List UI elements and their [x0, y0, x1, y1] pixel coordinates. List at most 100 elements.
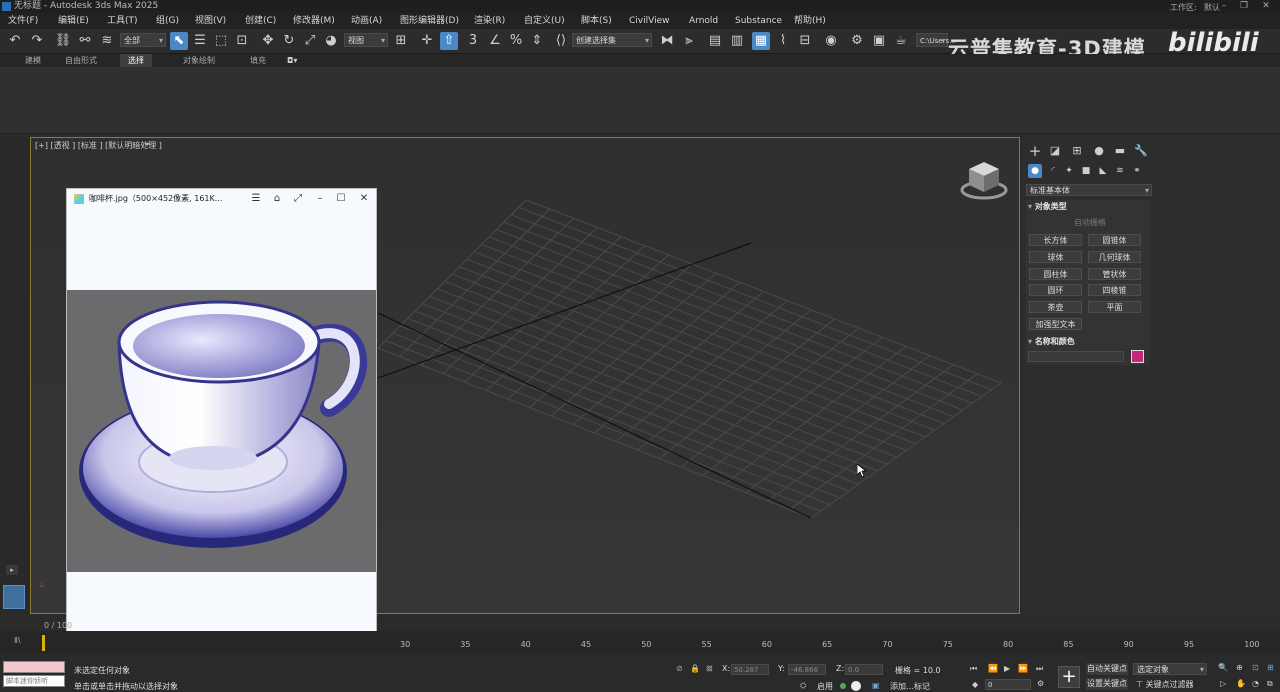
- toggle-ribbon-icon[interactable]: ▦: [752, 32, 770, 50]
- set-key-button[interactable]: 设置关键点: [1086, 678, 1128, 690]
- object-type-header[interactable]: ▾ 对象类型: [1028, 201, 1150, 213]
- box-button[interactable]: 长方体: [1029, 234, 1082, 246]
- menu-file[interactable]: 文件(F): [8, 13, 38, 29]
- key-filters-button[interactable]: ⊤ 关键点过滤器: [1136, 679, 1194, 690]
- next-frame-icon[interactable]: ⏩: [1018, 664, 1028, 673]
- helpers-icon[interactable]: ◣: [1096, 164, 1110, 178]
- keyboard-shortcut-override-icon[interactable]: ⇧: [440, 32, 458, 50]
- time-tag-icon[interactable]: [851, 681, 861, 691]
- menu-animation[interactable]: 动画(A): [351, 13, 382, 29]
- timeline-toggle-icon[interactable]: Ⅱ\: [14, 636, 21, 645]
- isolate-selection-icon[interactable]: ⊘: [676, 664, 683, 673]
- edit-named-selection-icon[interactable]: ⟨⟩: [552, 32, 570, 50]
- menu-modifiers[interactable]: 修改器(M): [293, 13, 335, 29]
- window-crossing-icon[interactable]: ⊡: [233, 32, 251, 50]
- set-key-icon[interactable]: +: [1058, 666, 1080, 688]
- cylinder-button[interactable]: 圆柱体: [1029, 268, 1082, 280]
- unlink-icon[interactable]: ⚯: [76, 32, 94, 50]
- time-tag-toggle-icon[interactable]: ▣: [872, 681, 880, 690]
- motion-tab-icon[interactable]: ●: [1091, 143, 1107, 159]
- select-manipulate-icon[interactable]: ✛: [418, 32, 436, 50]
- space-warps-icon[interactable]: ≋: [1113, 164, 1127, 178]
- plane-button[interactable]: 平面: [1088, 301, 1141, 313]
- material-editor-icon[interactable]: ◉: [822, 32, 840, 50]
- selection-lock-icon[interactable]: 🔒: [690, 664, 700, 673]
- pan-icon[interactable]: ✋: [1236, 679, 1246, 688]
- name-color-header[interactable]: ▾ 名称和颜色: [1028, 336, 1150, 348]
- menu-icon[interactable]: ☰: [249, 192, 263, 206]
- menu-rendering[interactable]: 渲染(R): [474, 13, 505, 29]
- hierarchy-tab-icon[interactable]: ⊞: [1069, 143, 1085, 159]
- redo-icon[interactable]: ↷: [28, 32, 46, 50]
- enable-label[interactable]: 启用: [817, 681, 833, 692]
- shapes-icon[interactable]: ◜: [1046, 164, 1060, 178]
- menu-civilview[interactable]: CivilView: [629, 13, 669, 29]
- ribbon-tab-object-paint[interactable]: 对象绘制: [183, 54, 215, 67]
- angle-snap-icon[interactable]: ∠: [486, 32, 504, 50]
- render-frame-window-icon[interactable]: ▣: [870, 32, 888, 50]
- expand-arrow-icon[interactable]: ▸: [6, 565, 18, 575]
- menu-customize[interactable]: 自定义(U): [524, 13, 565, 29]
- autogrid-checkbox[interactable]: 自动栅格: [1074, 217, 1106, 228]
- minimize-icon[interactable]: –: [1214, 0, 1234, 13]
- time-config-icon[interactable]: ⚙: [1037, 679, 1044, 688]
- rect-selection-icon[interactable]: ⬚: [212, 32, 230, 50]
- systems-icon[interactable]: ⚭: [1130, 164, 1144, 178]
- goto-start-icon[interactable]: ⏮: [970, 664, 977, 674]
- menu-create[interactable]: 创建(C): [245, 13, 276, 29]
- render-production-icon[interactable]: ☕: [892, 32, 910, 50]
- maxscript-listener-input[interactable]: [3, 661, 65, 673]
- snaps-toggle-icon[interactable]: 3: [464, 32, 482, 50]
- cone-button[interactable]: 圆锥体: [1088, 234, 1141, 246]
- maximize-icon[interactable]: ☐: [334, 192, 348, 206]
- geometry-category-dropdown[interactable]: 标准基本体: [1026, 184, 1152, 196]
- menu-graph-editors[interactable]: 图形编辑器(D): [400, 13, 459, 29]
- create-tab-icon[interactable]: +: [1027, 143, 1043, 159]
- absolute-mode-icon[interactable]: ⊠: [706, 664, 713, 673]
- timeline[interactable]: Ⅱ\ 0 / 100 30 35 40 45 50 55 60 65 70 75 80 85 90 95 1…: [0, 621, 1280, 654]
- zoom-extents-all-icon[interactable]: ⊞: [1267, 663, 1274, 672]
- render-setup-icon[interactable]: ⚙: [848, 32, 866, 50]
- select-by-name-icon[interactable]: ☰: [191, 32, 209, 50]
- cameras-icon[interactable]: ■: [1079, 164, 1093, 178]
- pyramid-button[interactable]: 四棱锥: [1088, 284, 1141, 296]
- menu-arnold[interactable]: Arnold: [689, 13, 718, 29]
- ribbon-tab-populate[interactable]: 填充: [250, 54, 266, 67]
- menu-edit[interactable]: 编辑(E): [58, 13, 89, 29]
- ribbon-tab-freeform[interactable]: 自由形式: [65, 54, 97, 67]
- x-coordinate-field[interactable]: 50.287: [731, 664, 769, 675]
- minimize-icon[interactable]: –: [313, 192, 327, 206]
- percent-snap-icon[interactable]: %: [507, 32, 525, 50]
- fullscreen-icon[interactable]: ⤢: [291, 192, 305, 206]
- image-viewer-window[interactable]: 咖啡杯.jpg（500×452像素, 161K... ☰ ⌂ ⤢ – ☐ ✕: [66, 188, 377, 653]
- viewcube-icon[interactable]: [959, 160, 1009, 200]
- close-icon[interactable]: ✕: [1256, 0, 1276, 13]
- geosphere-button[interactable]: 几何球体: [1088, 251, 1141, 263]
- goto-end-icon[interactable]: ⏭: [1036, 664, 1043, 674]
- geometry-icon[interactable]: ●: [1028, 164, 1042, 178]
- layer-explorer-icon[interactable]: ▥: [728, 32, 746, 50]
- menu-substance[interactable]: Substance: [735, 13, 782, 29]
- y-coordinate-field[interactable]: -46.866: [788, 664, 826, 675]
- scale-icon[interactable]: ⤢: [301, 32, 319, 50]
- textplus-button[interactable]: 加强型文本: [1029, 318, 1082, 330]
- pin-icon[interactable]: ⌂: [270, 192, 284, 206]
- schematic-view-icon[interactable]: ⊟: [796, 32, 814, 50]
- restore-icon[interactable]: ❐: [1234, 0, 1254, 13]
- zoom-all-icon[interactable]: ⊕: [1236, 663, 1243, 672]
- close-icon[interactable]: ✕: [357, 192, 371, 206]
- menu-scripting[interactable]: 脚本(S): [581, 13, 612, 29]
- time-slider-handle[interactable]: [42, 635, 45, 651]
- current-frame-field[interactable]: 0: [985, 679, 1031, 690]
- bind-space-warp-icon[interactable]: ≋: [98, 32, 116, 50]
- utilities-tab-icon[interactable]: 🔧: [1133, 143, 1149, 159]
- ribbon-tab-selection[interactable]: 选择: [120, 54, 152, 67]
- ribbon-tab-modeling[interactable]: 建模: [25, 54, 41, 67]
- object-name-input[interactable]: [1028, 351, 1124, 362]
- spinner-snap-icon[interactable]: ⇕: [528, 32, 546, 50]
- named-selection-set-dropdown[interactable]: 创建选择集: [572, 33, 652, 48]
- curve-editor-icon[interactable]: ⌇: [774, 32, 792, 50]
- object-color-swatch[interactable]: [1131, 350, 1144, 363]
- pivot-center-icon[interactable]: ⊞: [392, 32, 410, 50]
- move-icon[interactable]: ✥: [259, 32, 277, 50]
